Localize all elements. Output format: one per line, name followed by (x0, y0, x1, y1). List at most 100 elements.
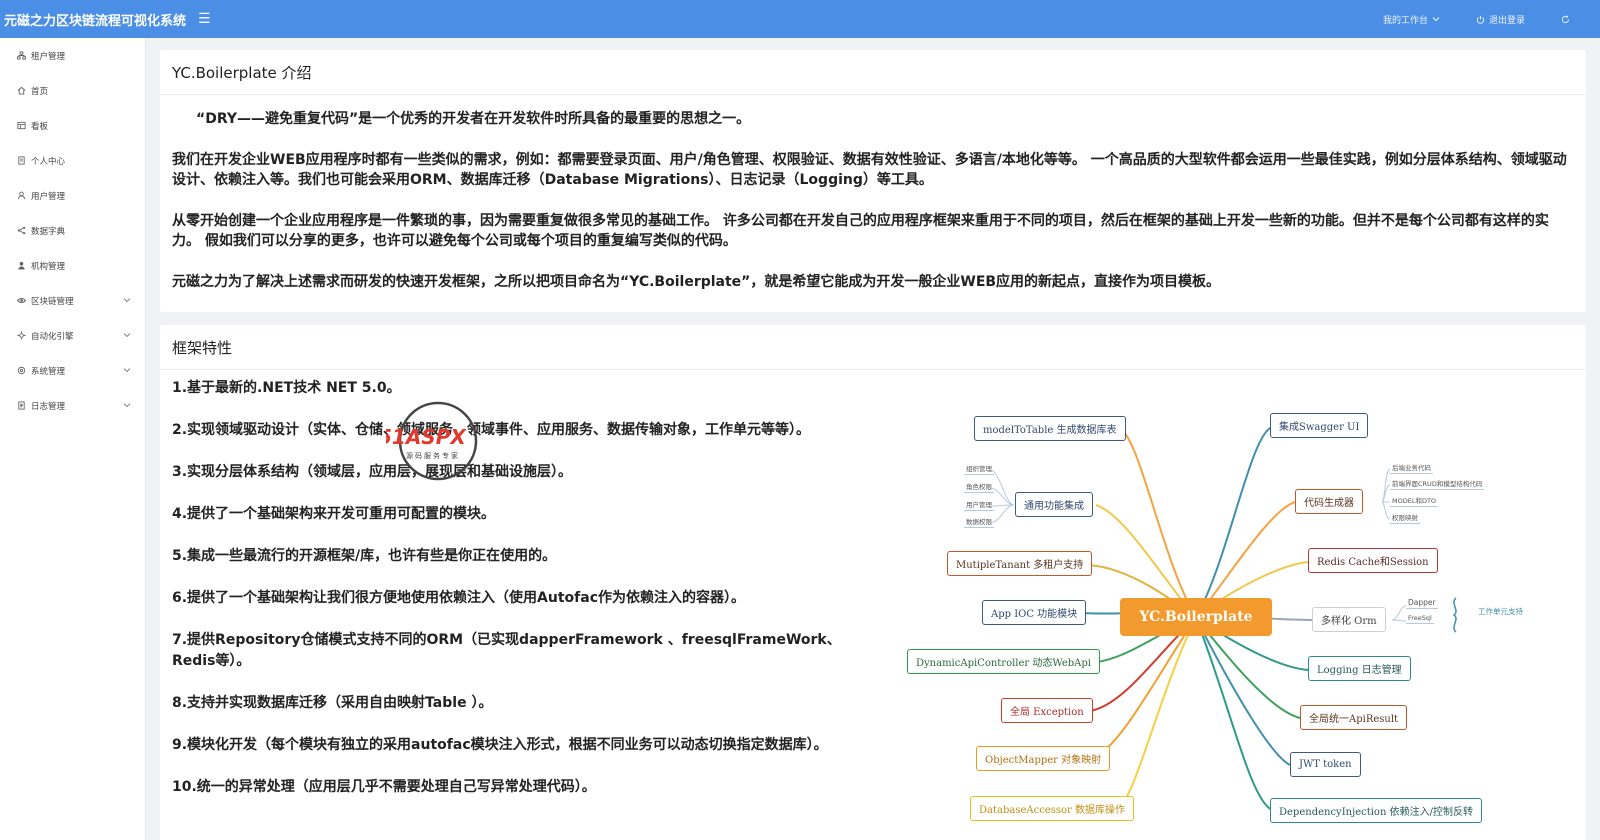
log-icon (16, 401, 26, 411)
feature-item: 5.集成一些最流行的开源框架/库，也许有些是你正在使用的。 (172, 548, 557, 564)
feature-item: 6.提供了一个基础架构让我们很方便地使用依赖注入（使用Autofac作为依赖注入… (172, 590, 746, 606)
sidebar-item-system[interactable]: 系统管理 (0, 353, 145, 388)
sidebar-item-label: 机构管理 (31, 261, 66, 272)
mindmap-node: 全局 Exception (1001, 698, 1093, 723)
workspace-dropdown[interactable]: 我的工作台 (1383, 13, 1440, 26)
power-icon (1476, 15, 1485, 24)
feature-item: 4.提供了一个基础架构来开发可重用可配置的模块。 (172, 506, 496, 522)
sidebar-item-label: 自动化引擎 (31, 331, 74, 342)
intro-body: “DRY——避免重复代码”是一个优秀的开发者在开发软件时所具备的最重要的思想之一… (160, 95, 1586, 292)
home-icon (16, 86, 26, 96)
user-icon (16, 191, 26, 201)
features-title: 框架特性 (160, 325, 1586, 370)
intro-card: YC.Boilerplate 介绍 “DRY——避免重复代码”是一个优秀的开发者… (160, 50, 1586, 312)
header-actions: 我的工作台 退出登录 (1383, 13, 1600, 26)
org-icon (16, 261, 26, 271)
mindmap-node: 全局统一ApiResult (1300, 705, 1408, 730)
mindmap-node: modelToTable 生成数据库表 (974, 416, 1126, 441)
logout-label: 退出登录 (1488, 15, 1525, 26)
chevron-down-icon (123, 296, 131, 307)
mindmap-leaf: 用户管理 (964, 501, 994, 511)
sidebar-item-label: 系统管理 (31, 366, 66, 377)
mindmap-leaf: 权限映射 (1390, 514, 1420, 524)
mindmap-leaf: 角色权限 (964, 483, 994, 493)
refresh-icon (1561, 14, 1570, 24)
mindmap-leaf: 前端界面CRUD和模型结构代码 (1390, 480, 1485, 490)
mindmap-leaf: MODEL和DTO (1390, 497, 1439, 507)
mindmap-node: 集成Swagger UI (1270, 413, 1369, 438)
intro-paragraph: “DRY——避免重复代码”是一个优秀的开发者在开发软件时所具备的最重要的思想之一… (196, 111, 751, 127)
feature-item: 7.提供Repository仓储模式支持不同的ORM（已实现dapperFram… (172, 632, 841, 669)
sidebar-item-label: 首页 (31, 86, 49, 97)
feature-item: 9.模块化开发（每个模块有独立的采用autofac模块注入形式，根据不同业务可以… (172, 737, 828, 753)
chevron-down-icon (1432, 15, 1440, 23)
feature-item: 8.支持并实现数据库迁移（采用自由映射Table ）。 (172, 695, 493, 711)
mindmap-node: 代码生成器 (1295, 489, 1363, 514)
feature-item: 3.实现分层体系结构（领域层，应用层，展现层和基础设施层）。 (172, 464, 573, 480)
mindmap-node: DynamicApiController 动态WebApi (907, 649, 1100, 674)
sidebar-item-label: 租户管理 (31, 51, 66, 62)
sidebar-nav: 租户管理 首页 看板 个人中心 用户管理 数据字典 机构管理 区块链管理 自动化… (0, 38, 145, 423)
chevron-down-icon (123, 401, 131, 412)
feature-item: 10.统一的异常处理（应用层几乎不需要处理自己写异常处理代码）。 (172, 779, 596, 795)
app-title: 元磁之力区块链流程可视化系统 (4, 13, 187, 29)
mindmap-node: Redis Cache和Session (1308, 548, 1438, 573)
eye-icon (16, 296, 26, 306)
sidebar-item-tenant[interactable]: 租户管理 (0, 38, 145, 73)
mindmap-note: 工作单元支持 (1478, 607, 1523, 616)
sidebar: 租户管理 首页 看板 个人中心 用户管理 数据字典 机构管理 区块链管理 自动化… (0, 38, 146, 840)
intro-paragraph: 我们在开发企业WEB应用程序时都有一些类似的需求，例如：都需要登录页面、用户/角… (172, 152, 1567, 188)
dashboard-icon (16, 121, 26, 131)
settings-icon (16, 366, 26, 376)
profile-icon (16, 156, 26, 166)
sidebar-item-organization[interactable]: 机构管理 (0, 248, 145, 283)
mindmap-node: App IOC 功能模块 (982, 600, 1087, 625)
chevron-down-icon (123, 366, 131, 377)
sidebar-item-dashboard[interactable]: 看板 (0, 108, 145, 143)
sidebar-item-dictionary[interactable]: 数据字典 (0, 213, 145, 248)
mindmap-node: Logging 日志管理 (1308, 656, 1411, 681)
sidebar-item-label: 区块链管理 (31, 296, 74, 307)
sidebar-item-label: 看板 (31, 121, 49, 132)
mindmap-node: ObjectMapper 对象映射 (976, 746, 1111, 771)
mindmap-leaf: Dapper (1406, 598, 1438, 609)
sidebar-item-label: 用户管理 (31, 191, 66, 202)
logout-button[interactable]: 退出登录 (1476, 13, 1525, 26)
sidebar-item-home[interactable]: 首页 (0, 73, 145, 108)
mindmap-node: MutipleTanant 多租户支持 (947, 551, 1093, 576)
mindmap-center-node: YC.Boilerplate (1120, 598, 1272, 636)
mindmap-leaf: FreeSql (1406, 614, 1434, 624)
chevron-down-icon (123, 331, 131, 342)
sidebar-item-users[interactable]: 用户管理 (0, 178, 145, 213)
sidebar-item-logs[interactable]: 日志管理 (0, 388, 145, 423)
intro-paragraph: 元磁之力为了解决上述需求而研发的快速开发框架，之所以把项目命名为“YC.Boil… (172, 274, 1221, 290)
mindmap-diagram: modelToTable 生成数据库表 通用功能集成 MutipleTanant… (907, 405, 1590, 840)
cluster-icon (16, 51, 26, 61)
mindmap-node: DependencyInjection 依赖注入/控制反转 (1270, 798, 1482, 823)
watermark-brand: 51ASPX (386, 425, 467, 449)
workspace-label: 我的工作台 (1382, 15, 1428, 26)
feature-item: 1.基于最新的.NET技术 NET 5.0。 (172, 380, 401, 396)
menu-toggle-icon[interactable]: ☰ (198, 11, 211, 27)
sidebar-item-automation[interactable]: 自动化引擎 (0, 318, 145, 353)
refresh-button[interactable] (1561, 14, 1570, 24)
intro-title: YC.Boilerplate 介绍 (160, 50, 1586, 95)
mindmap-leaf: 组织管理 (964, 465, 994, 475)
watermark-tagline: 源码服务专家 (406, 451, 460, 460)
mindmap-leaf: 数据权限 (964, 518, 994, 528)
mindmap-node: JWT token (1290, 752, 1361, 777)
mindmap-node: DatabaseAccessor 数据库操作 (970, 796, 1134, 821)
sidebar-item-label: 日志管理 (31, 401, 66, 412)
engine-icon (16, 331, 26, 341)
top-header: 元磁之力区块链流程可视化系统 ☰ 我的工作台 退出登录 (0, 0, 1600, 38)
sidebar-item-label: 数据字典 (31, 226, 66, 237)
sidebar-item-blockchain[interactable]: 区块链管理 (0, 283, 145, 318)
share-icon (16, 226, 26, 236)
mindmap-leaf: 后端业务代码 (1390, 464, 1433, 474)
mindmap-node: 通用功能集成 (1015, 492, 1093, 517)
intro-paragraph: 从零开始创建一个企业应用程序是一件繁琐的事，因为需要重复做很多常见的基础工作。 … (172, 213, 1549, 249)
feature-item: 2.实现领域驱动设计（实体、仓储、领域服务、领域事件、应用服务、数据传输对象，工… (172, 422, 811, 438)
sidebar-item-label: 个人中心 (31, 156, 66, 167)
features-list: 1.基于最新的.NET技术 NET 5.0。 2.实现领域驱动设计（实体、仓储、… (172, 378, 872, 819)
sidebar-item-profile[interactable]: 个人中心 (0, 143, 145, 178)
